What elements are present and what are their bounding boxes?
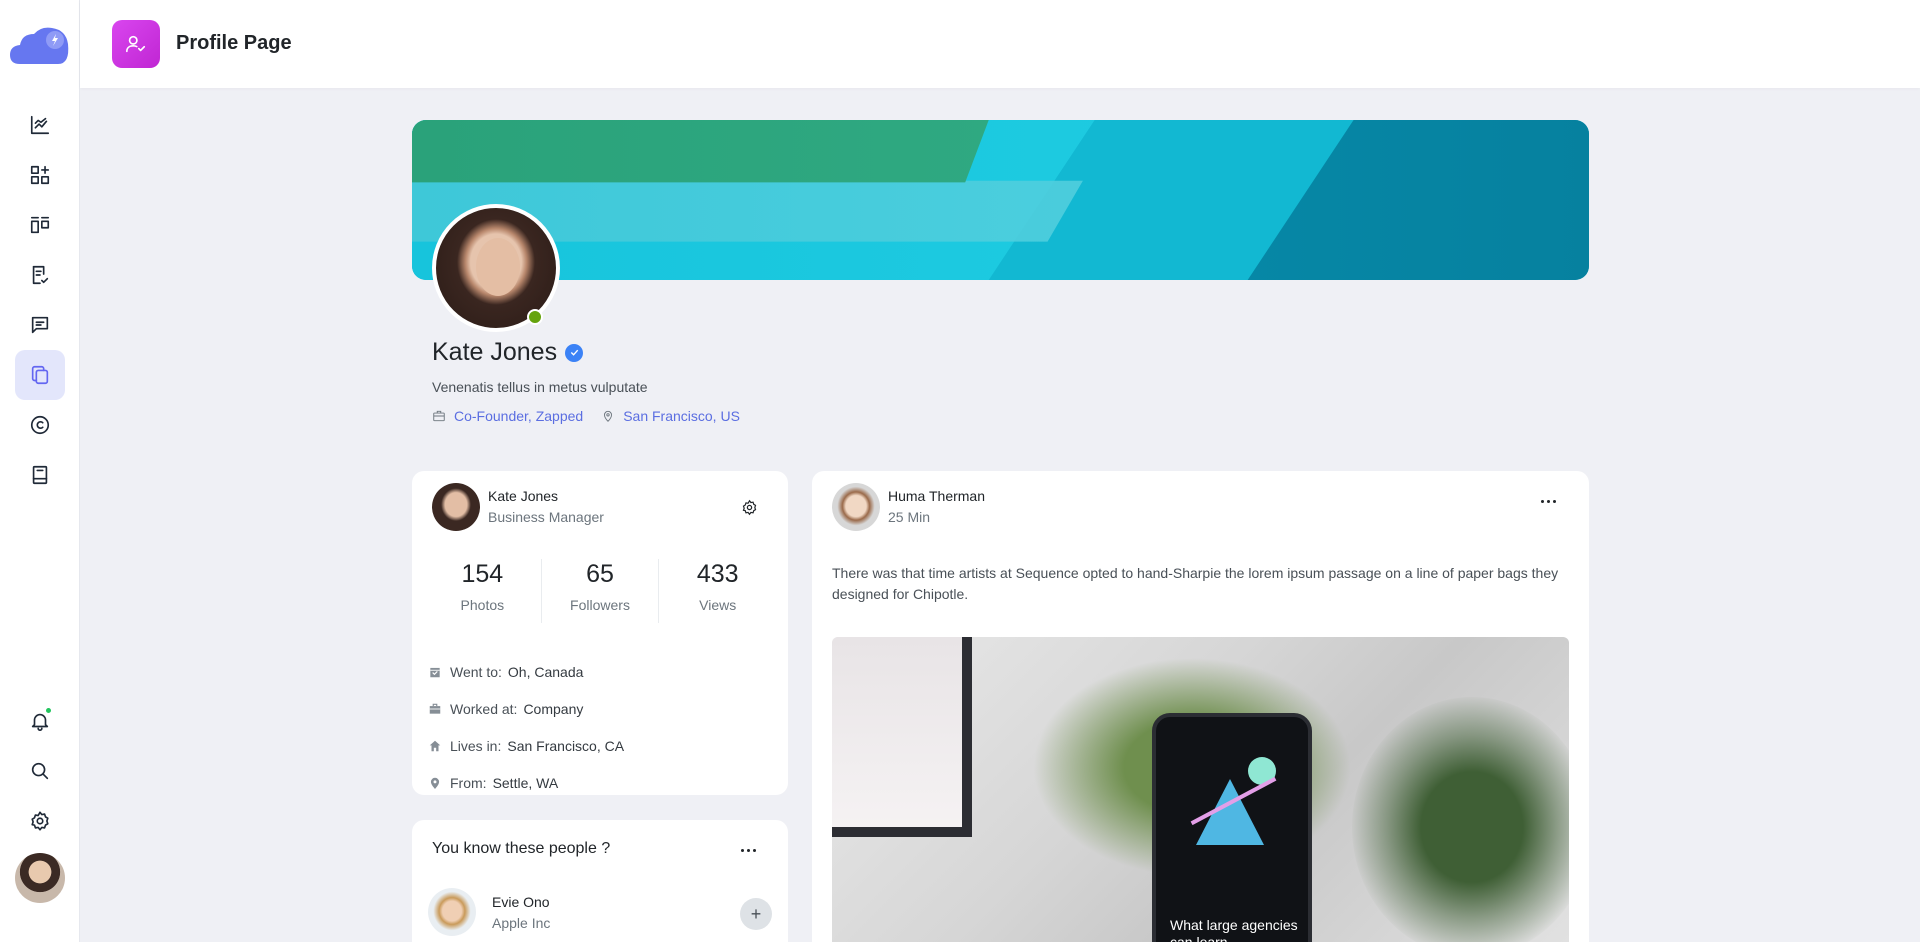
post-time: 25 Min: [888, 509, 931, 525]
post-card: Huma Therman 25 Min There was that time …: [812, 471, 1589, 942]
stat-value: 154: [461, 560, 504, 588]
add-friend-button[interactable]: +: [740, 898, 772, 930]
copyright-icon: [30, 415, 50, 435]
profile-bio: Venenatis tellus in metus vulputate: [432, 379, 648, 395]
info-lives-in: Lives in: San Francisco, CA: [428, 727, 624, 764]
user-avatar[interactable]: [15, 853, 65, 903]
user-summary-card: Kate Jones Business Manager 154 Photos 6…: [412, 471, 788, 795]
people-card-title: You know these people ?: [432, 840, 611, 857]
info-key: Worked at:: [450, 700, 518, 717]
post-text: There was that time artists at Sequence …: [832, 565, 1559, 602]
sidebar-item-apps[interactable]: [15, 150, 65, 200]
info-value: San Francisco, CA: [507, 737, 625, 754]
notification-badge: [45, 707, 52, 714]
stat-value: 65: [586, 560, 614, 588]
person-company: Apple Inc: [492, 915, 551, 931]
profile-name: Kate Jones: [432, 338, 558, 366]
profile-role-link[interactable]: Co-Founder, Zapped: [454, 408, 583, 424]
grid-plus-icon: [30, 165, 50, 185]
briefcase-icon: [429, 703, 441, 714]
sidebar-item-pages[interactable]: [15, 350, 65, 400]
map-pin-icon: [430, 777, 440, 789]
user-check-icon: [112, 20, 160, 68]
gear-icon: [742, 499, 756, 515]
profile-location-link[interactable]: San Francisco, US: [623, 408, 740, 424]
avatar: [428, 888, 476, 936]
sidebar-item-copyright[interactable]: [15, 400, 65, 450]
page-title: Profile Page: [176, 32, 292, 54]
book-icon: [32, 465, 48, 485]
more-options-button[interactable]: [734, 836, 762, 864]
verified-badge-icon: [565, 343, 584, 362]
stat-photos[interactable]: 154 Photos: [424, 559, 542, 623]
info-value: Company: [523, 700, 584, 717]
stat-value: 433: [696, 560, 739, 588]
home-icon: [429, 740, 441, 751]
person-name[interactable]: Evie Ono: [492, 894, 550, 910]
map-pin-icon: [604, 410, 613, 422]
avatar: [432, 483, 480, 531]
info-key: Lives in:: [450, 737, 502, 754]
message-icon: [31, 316, 49, 334]
info-key: Went to:: [450, 663, 502, 680]
info-key: From:: [450, 774, 487, 791]
user-stats: 154 Photos 65 Followers 433 Views: [424, 559, 776, 623]
sidebar-item-search[interactable]: [15, 746, 65, 796]
sidebar: [0, 0, 80, 942]
cloud-logo-icon[interactable]: [10, 24, 70, 68]
info-value: Oh, Canada: [507, 663, 584, 680]
sidebar-item-chat[interactable]: [15, 300, 65, 350]
avatar: [832, 483, 880, 531]
stat-label: Views: [699, 597, 737, 613]
sidebar-item-settings[interactable]: [15, 796, 65, 846]
sidebar-item-tasks[interactable]: [15, 250, 65, 300]
profile-name-row: Kate Jones: [432, 338, 584, 367]
stat-followers[interactable]: 65 Followers: [542, 559, 660, 623]
top-header: Profile Page: [80, 0, 1920, 88]
gear-icon: [31, 811, 49, 831]
sidebar-item-kanban[interactable]: [15, 200, 65, 250]
stat-label: Photos: [460, 597, 505, 613]
sidebar-item-notifications[interactable]: [15, 696, 65, 746]
sidebar-item-docs[interactable]: [15, 450, 65, 500]
copy-icon: [31, 365, 49, 385]
user-info-list: Went to: Oh, Canada Worked at: Company L…: [428, 653, 624, 801]
post-options-button[interactable]: [1534, 487, 1562, 515]
stat-views[interactable]: 433 Views: [659, 559, 776, 623]
settings-button[interactable]: [737, 495, 761, 519]
phone-mockup: What large agencies can learn: [1152, 713, 1312, 942]
user-card-title: Business Manager: [488, 509, 604, 525]
post-image[interactable]: What large agencies can learn: [832, 637, 1569, 942]
search-icon: [31, 762, 49, 780]
info-from: From: Settle, WA: [428, 764, 624, 801]
people-suggestions-card: You know these people ? Evie Ono Apple I…: [412, 820, 788, 942]
profile-cover-banner: [412, 120, 1589, 280]
columns-icon: [30, 216, 50, 234]
sidebar-item-analytics[interactable]: [15, 100, 65, 150]
user-card-name: Kate Jones: [488, 488, 559, 504]
stat-label: Followers: [570, 597, 630, 613]
info-went-to: Went to: Oh, Canada: [428, 653, 624, 690]
image-caption: What large agencies can learn: [1170, 917, 1298, 942]
info-worked-at: Worked at: Company: [428, 690, 624, 727]
info-value: Settle, WA: [492, 774, 559, 791]
checklist-icon: [32, 265, 49, 285]
calendar-icon: [430, 667, 440, 677]
chart-icon: [30, 115, 50, 135]
profile-meta: Co-Founder, Zapped San Francisco, US: [432, 408, 740, 424]
post-author[interactable]: Huma Therman: [888, 488, 985, 504]
briefcase-icon: [433, 410, 445, 422]
online-status-indicator: [527, 309, 543, 325]
